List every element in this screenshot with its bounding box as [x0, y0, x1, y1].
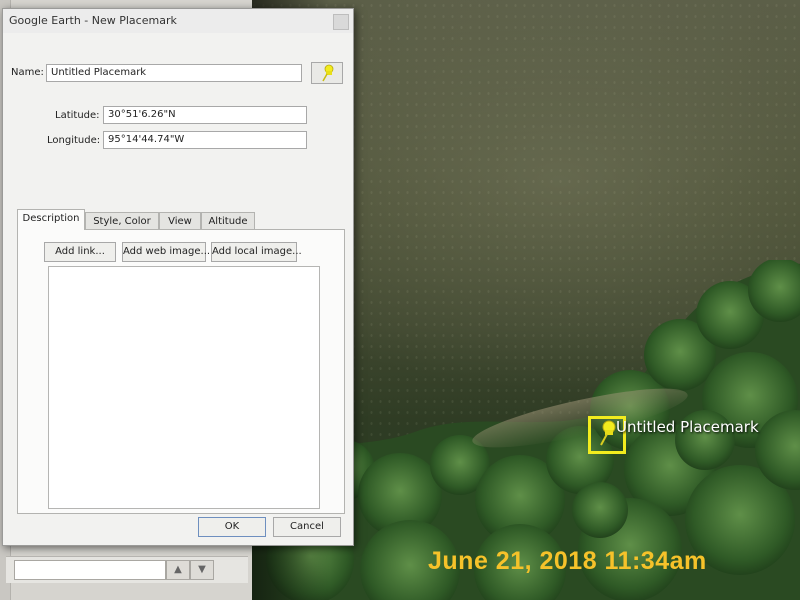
timestamp-overlay: June 21, 2018 11:34am: [428, 547, 707, 575]
longitude-field[interactable]: 95°14'44.74"W: [103, 131, 307, 149]
arrow-up-icon[interactable]: ▲: [166, 560, 190, 580]
yellow-pushpin-icon[interactable]: [596, 418, 618, 446]
latitude-label: Latitude:: [55, 110, 100, 121]
tab-description[interactable]: Description: [17, 209, 85, 230]
add-web-image-button[interactable]: Add web image...: [122, 242, 210, 262]
yellow-pushpin-icon: [322, 64, 334, 82]
new-placemark-dialog: Google Earth - New Placemark Name: Untit…: [2, 8, 354, 546]
ok-button[interactable]: OK: [198, 517, 266, 537]
dialog-titlebar[interactable]: Google Earth - New Placemark: [3, 9, 353, 33]
cancel-button[interactable]: Cancel: [273, 517, 341, 537]
name-label: Name:: [11, 67, 44, 78]
description-textarea[interactable]: [48, 266, 320, 509]
longitude-label: Longitude:: [47, 135, 101, 146]
close-icon[interactable]: [333, 14, 349, 30]
placemark-label[interactable]: Untitled Placemark: [616, 418, 759, 436]
name-field[interactable]: Untitled Placemark: [46, 64, 302, 82]
places-toolbar: ▲ ▼: [6, 556, 248, 583]
arrow-down-icon[interactable]: ▼: [190, 560, 214, 580]
dialog-title: Google Earth - New Placemark: [9, 14, 177, 27]
places-field[interactable]: [14, 560, 166, 580]
placemark-icon-button[interactable]: [311, 62, 343, 84]
add-link-button[interactable]: Add link...: [44, 242, 116, 262]
add-local-image-button[interactable]: Add local image...: [211, 242, 302, 262]
latitude-field[interactable]: 30°51'6.26"N: [103, 106, 307, 124]
